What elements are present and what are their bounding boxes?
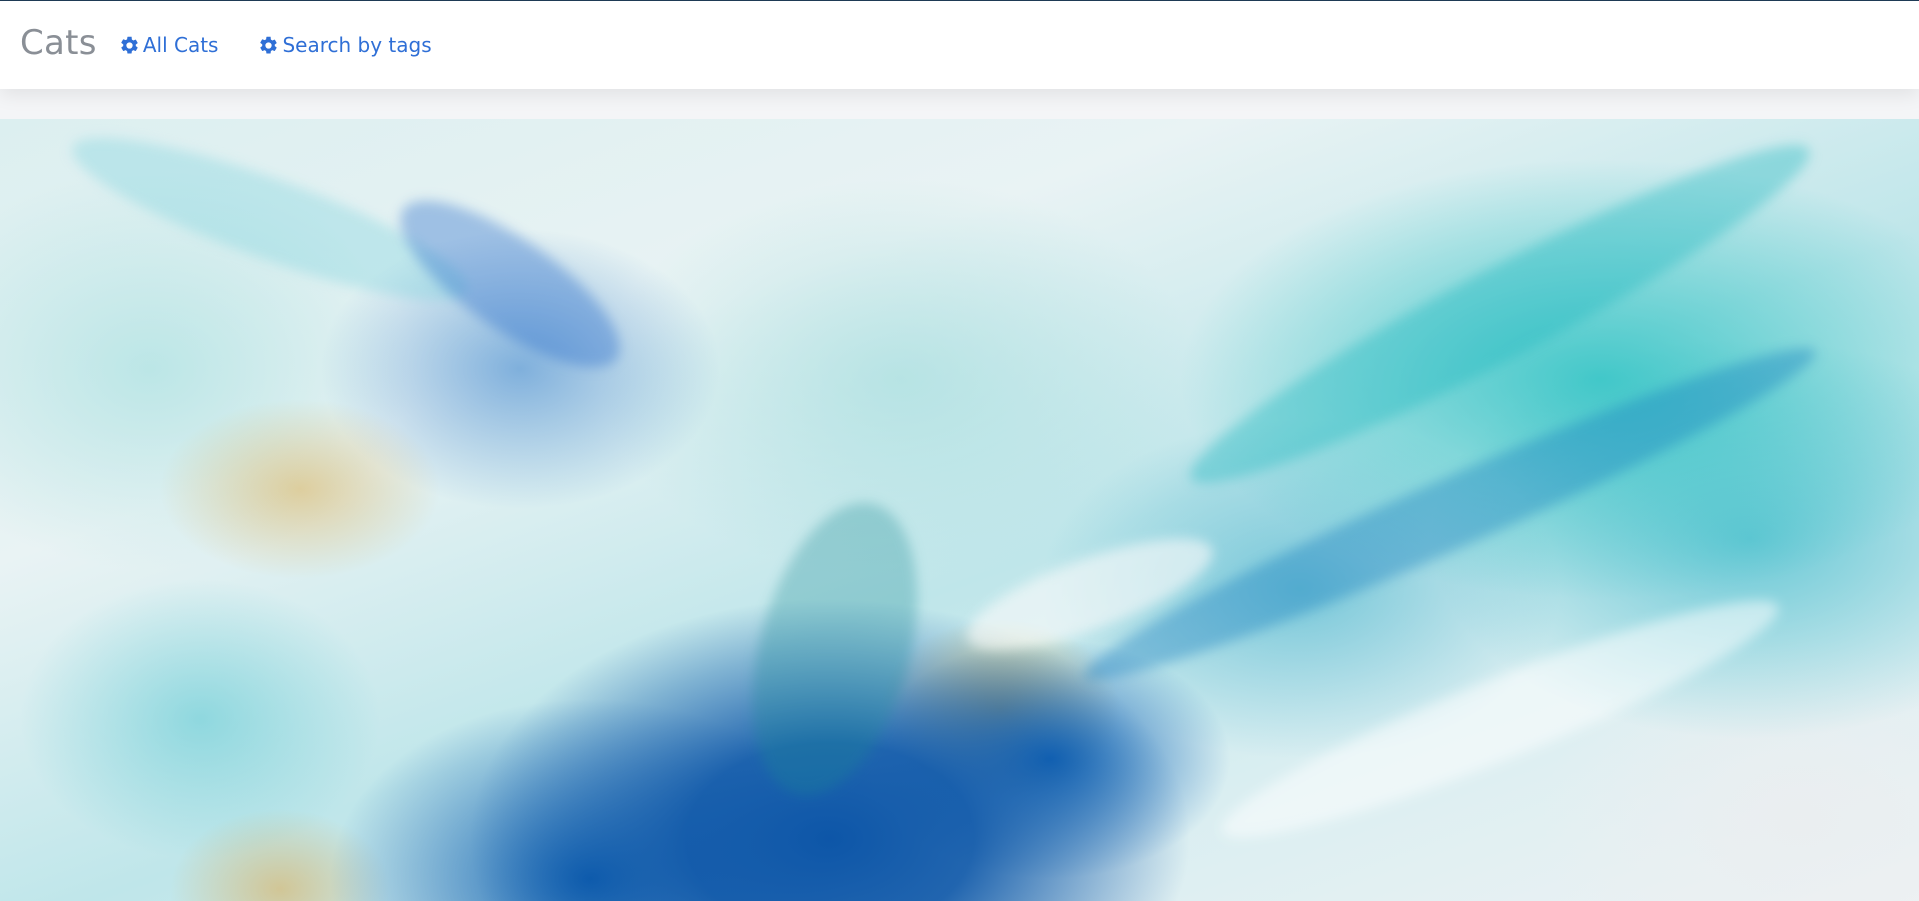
nav-link-all-cats[interactable]: All Cats	[119, 33, 219, 57]
nav-link-label: All Cats	[142, 33, 219, 57]
fluid-streak	[723, 484, 947, 814]
navbar: Cats All Cats Search by tags	[0, 1, 1919, 89]
gear-icon	[121, 36, 138, 54]
nav-link-search-by-tags[interactable]: Search by tags	[258, 33, 432, 57]
gear-icon	[260, 36, 278, 54]
navbar-brand[interactable]: Cats	[20, 23, 97, 63]
hero-image	[0, 119, 1919, 901]
nav-link-label: Search by tags	[282, 33, 432, 57]
